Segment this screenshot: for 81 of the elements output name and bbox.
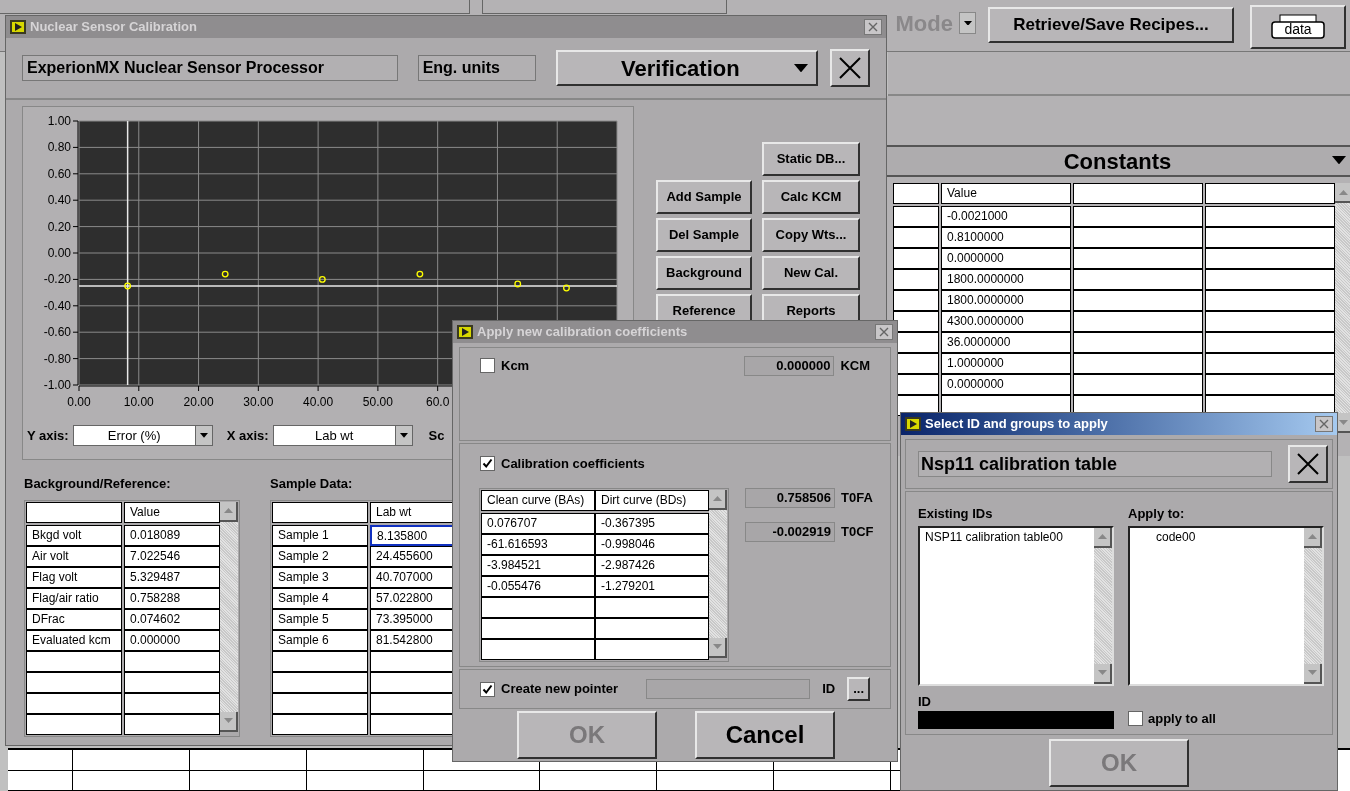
table-cell: Bkgd volt bbox=[26, 524, 122, 546]
table-cell: Sample 3 bbox=[272, 566, 368, 588]
table-cell: -2.987426 bbox=[595, 554, 709, 576]
table-cell: 5.329487 bbox=[124, 566, 220, 588]
column-header: Clean curve (BAs) bbox=[481, 489, 595, 511]
table-cell: 0.0000000 bbox=[941, 248, 1071, 269]
table-cell: 0.8100000 bbox=[941, 227, 1071, 248]
table-cell: -1.279201 bbox=[595, 575, 709, 597]
table-cell: 1800.0000000 bbox=[941, 290, 1071, 311]
table-cell: DFrac bbox=[26, 608, 122, 630]
table-cell: 7.022546 bbox=[124, 545, 220, 567]
y-tick-label: -1.00 bbox=[43, 378, 71, 392]
table-name-field: Nsp11 calibration table bbox=[918, 451, 1272, 477]
table-cell: Air volt bbox=[26, 545, 122, 567]
value-display: 0.758506 bbox=[745, 487, 835, 508]
y-tick-label: 0.60 bbox=[47, 166, 71, 181]
value-display: -0.002919 bbox=[745, 521, 835, 542]
processor-field: ExperionMX Nuclear Sensor Processor bbox=[22, 55, 398, 81]
y-tick-label: -0.80 bbox=[43, 351, 71, 366]
y-tick-label: 0.00 bbox=[47, 246, 71, 260]
table-cell: Sample 4 bbox=[272, 587, 368, 609]
table-cell: -0.0021000 bbox=[941, 206, 1071, 227]
id-label: ID bbox=[918, 692, 932, 711]
y-tick-label: 0.80 bbox=[47, 140, 71, 155]
table-cell: Evaluated kcm bbox=[26, 629, 122, 651]
table-cell: 1.0000000 bbox=[941, 353, 1071, 374]
table-cell: -3.984521 bbox=[481, 554, 595, 576]
table-cell: Sample 6 bbox=[272, 629, 368, 651]
section-title: Background/Reference: bbox=[24, 475, 172, 493]
y-tick-label: -0.20 bbox=[43, 272, 71, 287]
y-tick-label: 0.40 bbox=[47, 193, 71, 208]
units-field: Eng. units bbox=[417, 55, 537, 81]
section-title: Sample Data: bbox=[270, 475, 354, 493]
list-label: Apply to: bbox=[1128, 505, 1186, 523]
checkbox-label: Create new pointer bbox=[501, 680, 619, 699]
table-cell: Flag/air ratio bbox=[26, 587, 122, 609]
table-cell: 0.0000000 bbox=[941, 374, 1071, 395]
table-cell: Sample 2 bbox=[272, 545, 368, 567]
x-tick-label: 30.00 bbox=[243, 395, 274, 407]
x-tick-label: 40.00 bbox=[303, 395, 334, 407]
x-tick-label: 10.00 bbox=[123, 395, 154, 407]
table-cell: 0.076707 bbox=[481, 512, 595, 534]
column-header: Value bbox=[941, 183, 1071, 204]
table-cell: -0.998046 bbox=[595, 533, 709, 555]
table-cell: 0.000000 bbox=[124, 629, 220, 651]
window-title: Select ID and groups to apply bbox=[925, 415, 1108, 434]
table-cell: -0.055476 bbox=[481, 575, 595, 597]
table-cell: Sample 1 bbox=[272, 524, 368, 546]
x-tick-label: 20.00 bbox=[183, 395, 214, 407]
y-tick-label: 1.00 bbox=[47, 114, 71, 128]
column-header: Dirt curve (BDs) bbox=[595, 489, 709, 511]
x-tick-label: 0.00 bbox=[67, 395, 91, 407]
x-tick-label: 50.00 bbox=[362, 395, 393, 407]
unit-label: T0CF bbox=[841, 522, 874, 541]
table-cell: -0.367395 bbox=[595, 512, 709, 534]
table-cell: 1800.0000000 bbox=[941, 269, 1071, 290]
window-title: Nuclear Sensor Calibration bbox=[30, 18, 197, 37]
table-cell: Sample 5 bbox=[272, 608, 368, 630]
y-axis-label: Y axis: bbox=[27, 426, 69, 445]
y-tick-label: 0.20 bbox=[47, 219, 71, 234]
value-display: 0.000000 bbox=[744, 356, 835, 376]
table-cell: Flag volt bbox=[26, 566, 122, 588]
y-tick-label: -0.60 bbox=[43, 325, 71, 340]
id-label: ID bbox=[822, 680, 836, 699]
table-cell: 4300.0000000 bbox=[941, 311, 1071, 332]
checkbox-label: Calibration coefficients bbox=[501, 455, 645, 473]
x-tick-label: 60.0 bbox=[426, 395, 450, 407]
checkbox-label: Kcm bbox=[501, 357, 530, 375]
list-label: Existing IDs bbox=[918, 505, 994, 523]
table-cell: 0.758288 bbox=[124, 587, 220, 609]
table-cell: 0.074602 bbox=[124, 608, 220, 630]
table-cell: -61.616593 bbox=[481, 533, 595, 555]
table-cell: 0.018089 bbox=[124, 524, 220, 546]
unit-label: T0FA bbox=[841, 488, 873, 507]
selector-label: Sc bbox=[428, 426, 445, 445]
y-tick-label: -0.40 bbox=[43, 298, 71, 313]
x-axis-label: X axis: bbox=[226, 426, 269, 445]
table-cell: 36.0000000 bbox=[941, 332, 1071, 353]
unit-label: KCM bbox=[840, 357, 870, 376]
checkbox-label: apply to all bbox=[1148, 709, 1216, 728]
column-header: Value bbox=[124, 501, 220, 523]
